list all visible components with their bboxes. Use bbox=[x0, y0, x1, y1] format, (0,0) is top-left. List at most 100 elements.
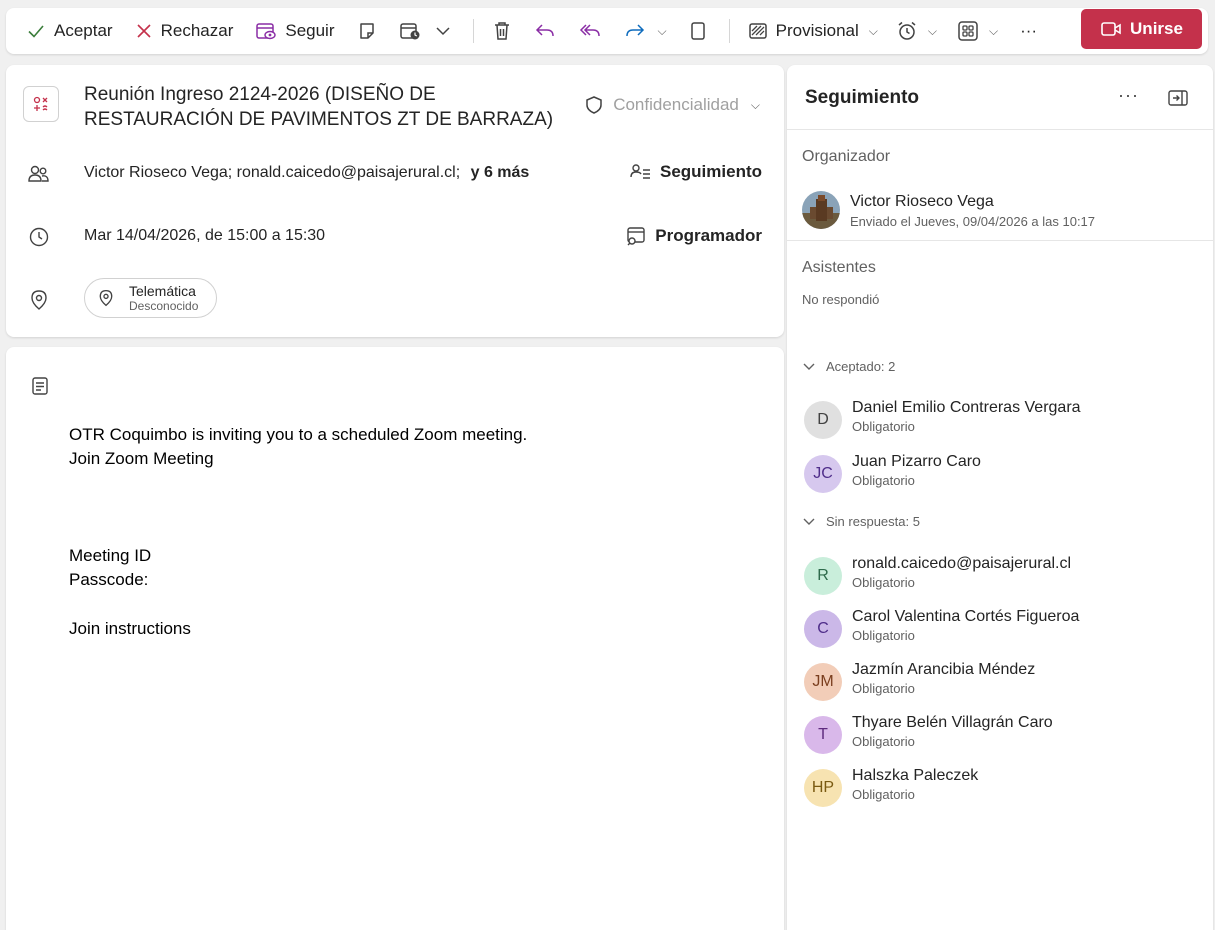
scheduler-label: Programador bbox=[655, 226, 762, 245]
alarm-icon[interactable] bbox=[896, 20, 918, 42]
attendee-name: Carol Valentina Cortés Figueroa bbox=[852, 608, 1080, 625]
people-icon bbox=[28, 165, 49, 182]
attendee-row[interactable]: HP Halszka Paleczek Obligatorio bbox=[804, 767, 1194, 809]
body-line: OTR Coquimbo is inviting you to a schedu… bbox=[69, 425, 528, 444]
forward-chevron-icon[interactable]: ⌵ bbox=[658, 24, 667, 39]
event-datetime: Mar 14/04/2026, de 15:00 a 15:30 bbox=[84, 227, 326, 244]
attendee-role: Obligatorio bbox=[852, 575, 915, 590]
pending-count: Sin respuesta: 5 bbox=[826, 514, 920, 529]
follow-label: Seguir bbox=[285, 21, 335, 40]
tracking-button[interactable]: Seguimiento bbox=[630, 162, 762, 182]
attendee-row[interactable]: D Daniel Emilio Contreras Vergara Obligato… bbox=[804, 399, 1194, 441]
alarm-chevron-icon[interactable]: ⌵ bbox=[928, 24, 937, 39]
location-icon bbox=[31, 290, 47, 310]
accept-label: Aceptar bbox=[54, 21, 113, 40]
notes-icon bbox=[32, 377, 48, 395]
reject-label: Rechazar bbox=[160, 21, 234, 40]
tracking-label: Seguimiento bbox=[659, 162, 762, 181]
event-details-card: Reunión Ingreso 2124-2026 (DISEÑO DE RES… bbox=[6, 65, 784, 337]
attendee-role: Obligatorio bbox=[852, 628, 915, 643]
attendee-row[interactable]: JM Jazmín Arancibia Méndez Obligatorio bbox=[804, 661, 1194, 703]
organizer-label: Organizador bbox=[802, 148, 891, 165]
attendee-name: Juan Pizarro Caro bbox=[852, 453, 981, 470]
event-category-icon bbox=[23, 86, 59, 122]
avatar: R bbox=[804, 557, 842, 595]
body-line: Join instructions bbox=[69, 619, 191, 638]
attendee-name: Thyare Belén Villagrán Caro bbox=[852, 714, 1053, 731]
attendee-role: Obligatorio bbox=[852, 419, 915, 434]
close-icon bbox=[137, 24, 151, 38]
tentative-icon bbox=[748, 23, 767, 39]
organizer-name[interactable]: Victor Rioseco Vega bbox=[850, 193, 994, 211]
organizer-avatar[interactable] bbox=[802, 191, 840, 229]
attendee-name: Jazmín Arancibia Méndez bbox=[852, 661, 1036, 678]
attendee-name: Daniel Emilio Contreras Vergara bbox=[852, 399, 1081, 416]
avatar: T bbox=[804, 716, 842, 754]
attendee-row[interactable]: JC Juan Pizarro Caro Obligatorio bbox=[804, 453, 1194, 495]
avatar: JM bbox=[804, 663, 842, 701]
copy-icon[interactable] bbox=[689, 20, 707, 42]
apps-chevron-icon[interactable]: ⌵ bbox=[989, 24, 998, 39]
apps-grid-icon[interactable] bbox=[957, 20, 979, 42]
chevron-down-icon bbox=[803, 518, 815, 525]
accept-button[interactable]: Aceptar bbox=[26, 21, 113, 41]
accepted-count: Aceptado: 2 bbox=[826, 359, 896, 374]
chevron-down-icon: ⌵ bbox=[750, 97, 760, 112]
calendar-search-icon bbox=[627, 227, 645, 246]
pending-group-header[interactable]: Sin respuesta: 5 bbox=[802, 514, 920, 529]
avatar: JC bbox=[804, 455, 842, 493]
forward-icon[interactable] bbox=[624, 21, 646, 41]
event-body-card: OTR Coquimbo is inviting you to a schedu… bbox=[6, 347, 784, 930]
attendees-more[interactable]: y 6 más bbox=[471, 164, 530, 181]
chevron-down-icon: ⌵ bbox=[868, 23, 878, 38]
provisional-label: Provisional bbox=[775, 21, 859, 40]
attendee-name: Halszka Paleczek bbox=[852, 767, 979, 784]
body-line: Join Zoom Meeting bbox=[69, 449, 214, 468]
location-icon bbox=[99, 289, 113, 307]
location-chip[interactable]: Telemática Desconocido bbox=[84, 278, 217, 318]
command-toolbar: Aceptar Rechazar Seguir ⌵ Provisional ⌵ bbox=[6, 8, 1208, 54]
reply-all-icon[interactable] bbox=[578, 21, 602, 41]
people-list-icon bbox=[630, 164, 650, 179]
clock-icon bbox=[29, 227, 49, 247]
reject-button[interactable]: Rechazar bbox=[135, 21, 234, 41]
join-button[interactable]: Unirse bbox=[1081, 9, 1202, 49]
reply-icon[interactable] bbox=[534, 21, 556, 41]
accepted-group-header[interactable]: Aceptado: 2 bbox=[802, 359, 895, 374]
attendee-name: ronald.caicedo@paisajerural.cl bbox=[852, 555, 1072, 572]
attendee-role: Obligatorio bbox=[852, 787, 915, 802]
attendee-role: Obligatorio bbox=[852, 681, 915, 696]
panel-title: Seguimiento bbox=[805, 87, 920, 108]
location-status: Desconocido bbox=[129, 299, 199, 313]
confidentiality-label: Confidencialidad bbox=[613, 95, 739, 114]
avatar: HP bbox=[804, 769, 842, 807]
event-title: Reunión Ingreso 2124-2026 (DISEÑO DE RES… bbox=[84, 84, 554, 130]
attendees-list: Victor Rioseco Vega; ronald.caicedo@pais… bbox=[84, 164, 461, 181]
divider bbox=[787, 129, 1213, 130]
attendee-role: Obligatorio bbox=[852, 734, 915, 749]
body-line: Meeting ID bbox=[69, 546, 152, 565]
attendee-row[interactable]: C Carol Valentina Cortés Figueroa Obligato… bbox=[804, 608, 1194, 650]
tracking-panel: Seguimiento ··· Organizador Victor Riose… bbox=[787, 65, 1213, 930]
body-line: Passcode: bbox=[69, 570, 149, 589]
attendee-row[interactable]: T Thyare Belén Villagrán Caro Obligatorio bbox=[804, 714, 1194, 756]
calendar-clock-icon[interactable] bbox=[399, 21, 421, 41]
divider bbox=[787, 240, 1213, 241]
dock-panel-icon[interactable] bbox=[1167, 89, 1189, 107]
confidentiality-dropdown[interactable]: Confidencialidad ⌵ bbox=[585, 95, 760, 115]
more-options-button[interactable]: ··· bbox=[1020, 21, 1037, 41]
scheduler-button[interactable]: Programador bbox=[625, 225, 762, 247]
follow-button[interactable]: Seguir bbox=[255, 21, 335, 41]
no-response-text: No respondió bbox=[802, 292, 880, 307]
delete-icon[interactable] bbox=[492, 20, 512, 42]
attendee-row[interactable]: Rronald.caicedo@paisajerural.cl Obligator… bbox=[804, 555, 1194, 597]
attendees-summary[interactable]: Victor Rioseco Vega; ronald.caicedo@pais… bbox=[84, 164, 529, 182]
chevron-down-icon bbox=[803, 363, 815, 370]
panel-more-button[interactable]: ··· bbox=[1118, 85, 1139, 106]
toolbar-divider bbox=[472, 19, 474, 43]
provisional-button[interactable]: Provisional ⌵ bbox=[748, 21, 878, 41]
toolbar-divider bbox=[728, 19, 730, 43]
note-icon[interactable] bbox=[357, 21, 377, 41]
checkmark-icon bbox=[28, 25, 44, 38]
chevron-down-icon[interactable] bbox=[435, 23, 451, 39]
